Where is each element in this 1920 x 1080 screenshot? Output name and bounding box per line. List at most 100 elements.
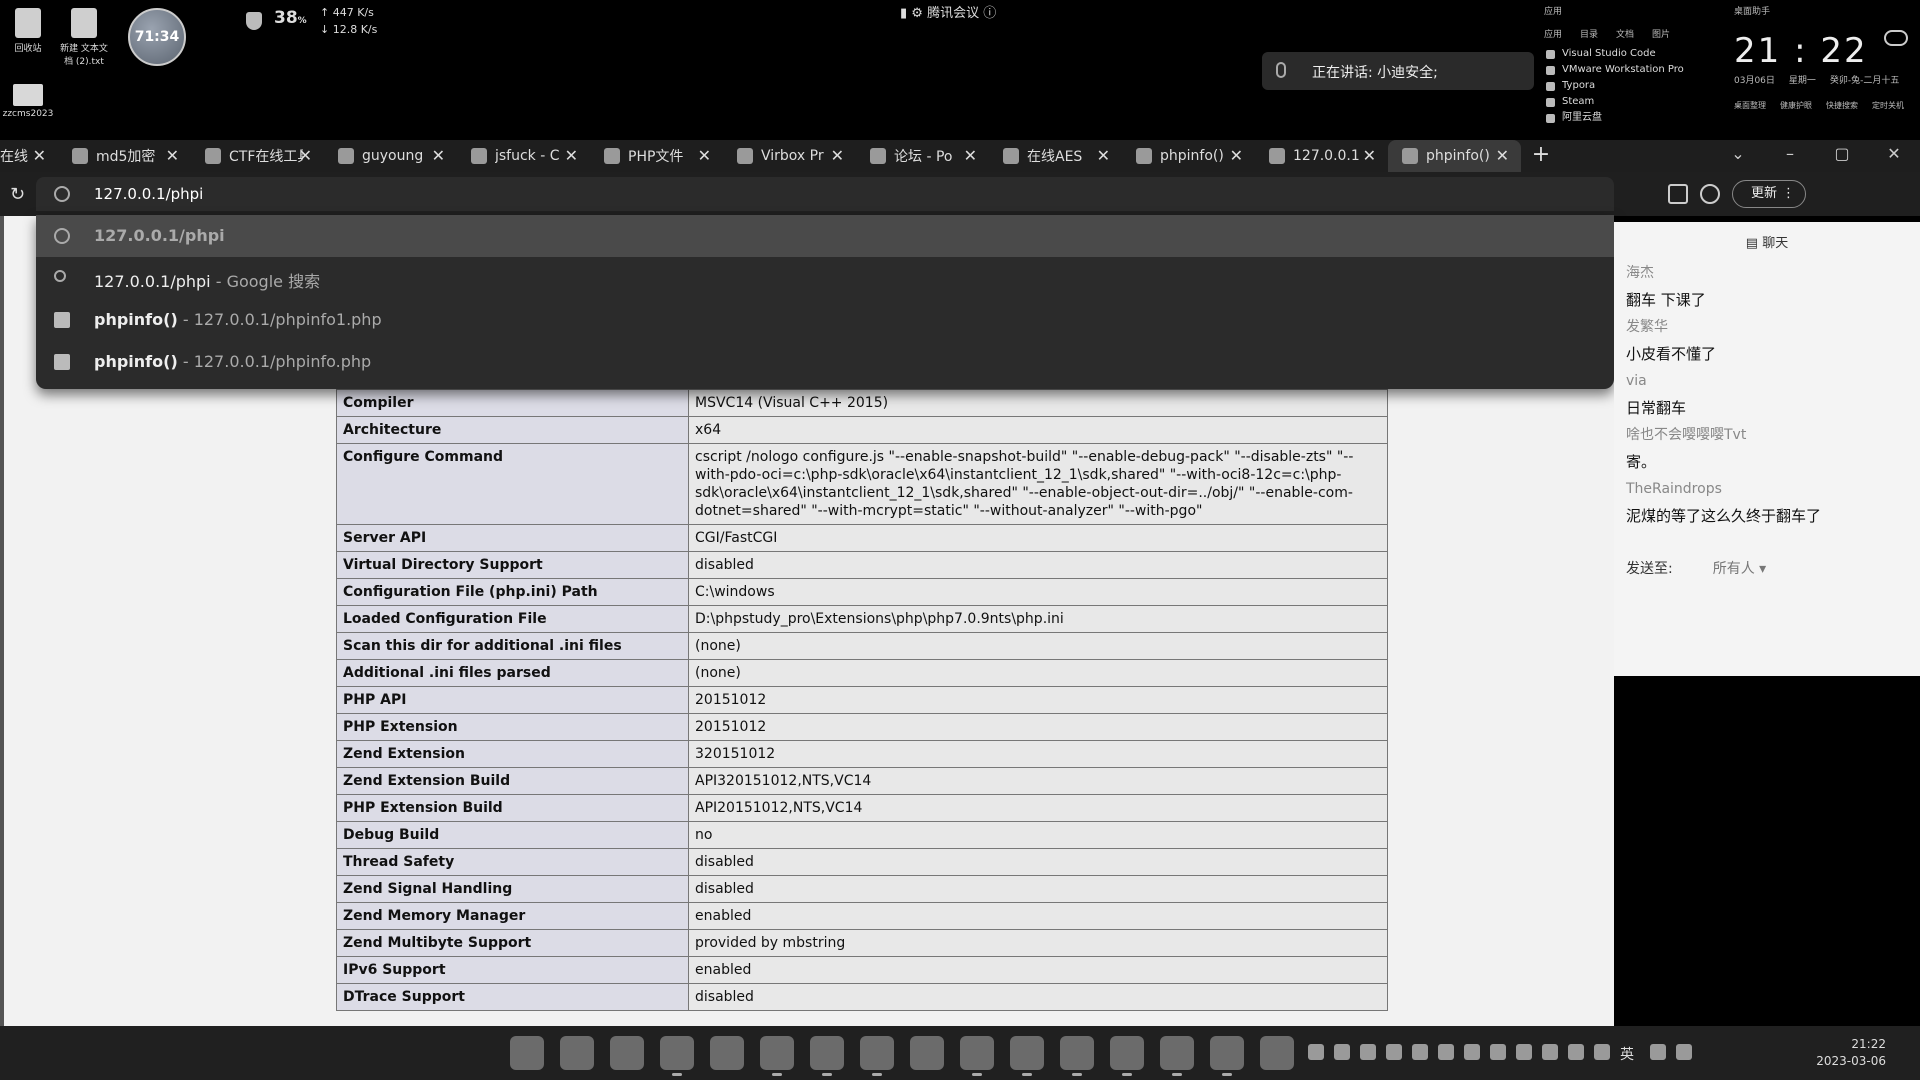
- browser-tab[interactable]: 在线 ✕: [0, 140, 58, 172]
- meeting-title[interactable]: ▮ ⚙ 腾讯会议 ⓘ: [900, 2, 996, 21]
- taskbar-clock[interactable]: 21:22 2023-03-06: [1800, 1036, 1886, 1070]
- tray-icon[interactable]: [1334, 1044, 1350, 1060]
- send-target-dropdown[interactable]: 所有人 ▾: [1693, 561, 1766, 577]
- app-icon[interactable]: [1160, 1036, 1194, 1076]
- file-explorer-icon[interactable]: [560, 1036, 594, 1070]
- tray-icon[interactable]: [1542, 1044, 1558, 1060]
- minimize-button[interactable]: –: [1764, 140, 1816, 172]
- tab-title: PHP文件: [628, 149, 684, 165]
- edge-icon[interactable]: [610, 1036, 644, 1070]
- side-panel-icon[interactable]: [1668, 184, 1688, 204]
- address-bar[interactable]: [36, 177, 1614, 211]
- app-tab[interactable]: 应用: [1544, 27, 1562, 40]
- network-icon[interactable]: [1650, 1044, 1666, 1060]
- chrome-icon[interactable]: [660, 1036, 694, 1076]
- desktop-icon-folder[interactable]: zzcms2023: [0, 84, 56, 119]
- close-icon[interactable]: ✕: [299, 146, 312, 165]
- phpinfo-row: Zend Extension Build API320151012,NTS,VC1…: [336, 767, 1388, 795]
- steam-icon[interactable]: [760, 1036, 794, 1076]
- app-icon[interactable]: [810, 1036, 844, 1076]
- browser-tab[interactable]: PHP文件 ✕: [590, 140, 723, 172]
- suggestion-item[interactable]: phpinfo() - 127.0.0.1/phpinfo1.php: [36, 299, 1614, 341]
- browser-tab[interactable]: 论坛 - Po ✕: [856, 140, 989, 172]
- phpinfo-key: PHP Extension Build: [336, 794, 689, 822]
- tray-icon[interactable]: [1464, 1044, 1480, 1060]
- app-icon[interactable]: [1260, 1036, 1294, 1070]
- tray-icon[interactable]: [1412, 1044, 1428, 1060]
- close-icon[interactable]: ✕: [1496, 146, 1509, 165]
- reload-icon[interactable]: ↻: [10, 184, 25, 205]
- suggestion-item[interactable]: 127.0.0.1/phpi: [36, 215, 1614, 257]
- tray-icon[interactable]: [1516, 1044, 1532, 1060]
- start-icon[interactable]: [510, 1036, 544, 1070]
- widget-action[interactable]: 健康护眼: [1780, 100, 1812, 111]
- widget-action[interactable]: 桌面整理: [1734, 100, 1766, 111]
- shield-icon[interactable]: [1360, 1044, 1376, 1060]
- chevron-down-icon[interactable]: ⌄: [1712, 140, 1764, 172]
- app-item[interactable]: VMware Workstation Pro: [1544, 62, 1716, 78]
- suggestion-item[interactable]: 127.0.0.1/phpi - Google 搜索: [36, 257, 1614, 299]
- desktop-icon-recycle-bin[interactable]: 回收站: [0, 8, 56, 54]
- github-icon: [338, 148, 354, 164]
- phpinfo-value: MSVC14 (Visual C++ 2015): [688, 389, 1388, 417]
- url-input[interactable]: [94, 185, 494, 203]
- tray-icon[interactable]: [1438, 1044, 1454, 1060]
- browser-tab[interactable]: CTF在线工具✕: [191, 140, 324, 172]
- notepad-icon[interactable]: [860, 1036, 894, 1076]
- close-icon[interactable]: ✕: [831, 146, 844, 165]
- input-language[interactable]: 英: [1620, 1044, 1640, 1063]
- tray-icon[interactable]: [1568, 1044, 1584, 1060]
- maximize-button[interactable]: ▢: [1816, 140, 1868, 172]
- close-icon[interactable]: ✕: [565, 146, 578, 165]
- widget-action[interactable]: 快捷搜索: [1826, 100, 1858, 111]
- new-tab-button[interactable]: +: [1521, 140, 1561, 172]
- meeting-icon[interactable]: [1210, 1036, 1244, 1076]
- close-icon[interactable]: ✕: [1097, 146, 1110, 165]
- favicon-icon: [205, 148, 221, 164]
- favicon-icon: [870, 148, 886, 164]
- phpinfo-row: Zend Extension 320151012: [336, 740, 1388, 768]
- desktop-icon-text-file[interactable]: 新建 文本文档 (2).txt: [56, 8, 112, 67]
- browser-tab[interactable]: md5加密 ✕: [58, 140, 191, 172]
- background-area: [1822, 676, 1920, 1026]
- close-icon[interactable]: ✕: [1363, 146, 1376, 165]
- browser-tab[interactable]: guyoung ✕: [324, 140, 457, 172]
- close-icon[interactable]: ✕: [1230, 146, 1243, 165]
- volume-icon[interactable]: [1676, 1044, 1692, 1060]
- close-window-button[interactable]: ✕: [1868, 140, 1920, 172]
- browser-tab[interactable]: jsfuck - C ✕: [457, 140, 590, 172]
- phpstorm-icon[interactable]: [1110, 1036, 1144, 1076]
- widget-action[interactable]: 定时关机: [1872, 100, 1904, 111]
- close-icon[interactable]: ✕: [698, 146, 711, 165]
- app-icon[interactable]: [1060, 1036, 1094, 1076]
- java-icon[interactable]: [960, 1036, 994, 1076]
- app-icon[interactable]: [910, 1036, 944, 1070]
- browser-tab[interactable]: 127.0.0.1 ✕: [1255, 140, 1388, 172]
- app-tab[interactable]: 文档: [1616, 27, 1634, 40]
- browser-tab[interactable]: phpinfo() ✕: [1122, 140, 1255, 172]
- phpinfo-value: API20151012,NTS,VC14: [688, 794, 1388, 822]
- tray-icon[interactable]: [1386, 1044, 1402, 1060]
- settings-icon[interactable]: [1010, 1036, 1044, 1076]
- app-icon[interactable]: [710, 1036, 744, 1070]
- browser-tab[interactable]: 在线AES ✕: [989, 140, 1122, 172]
- browser-tab-active[interactable]: phpinfo() ✕: [1388, 140, 1521, 172]
- tray-icon[interactable]: [1490, 1044, 1506, 1060]
- close-icon[interactable]: ✕: [964, 146, 977, 165]
- mic-icon[interactable]: [1594, 1044, 1610, 1060]
- update-button[interactable]: 更新: [1732, 180, 1807, 208]
- app-tab[interactable]: 图片: [1652, 27, 1670, 40]
- app-item[interactable]: Visual Studio Code: [1544, 46, 1716, 62]
- close-icon[interactable]: ✕: [33, 146, 46, 165]
- suggestion-item[interactable]: phpinfo() - 127.0.0.1/phpinfo.php: [36, 341, 1614, 383]
- tray-icon[interactable]: [1308, 1044, 1324, 1060]
- close-icon[interactable]: ✕: [166, 146, 179, 165]
- browser-tab[interactable]: Virbox Pr ✕: [723, 140, 856, 172]
- app-tab[interactable]: 目录: [1580, 27, 1598, 40]
- close-icon[interactable]: ✕: [432, 146, 445, 165]
- app-item[interactable]: Typora: [1544, 78, 1716, 94]
- app-item[interactable]: Steam: [1544, 94, 1716, 110]
- page-icon: [54, 312, 70, 328]
- app-item[interactable]: 阿里云盘: [1544, 110, 1716, 126]
- profile-icon[interactable]: [1700, 184, 1720, 204]
